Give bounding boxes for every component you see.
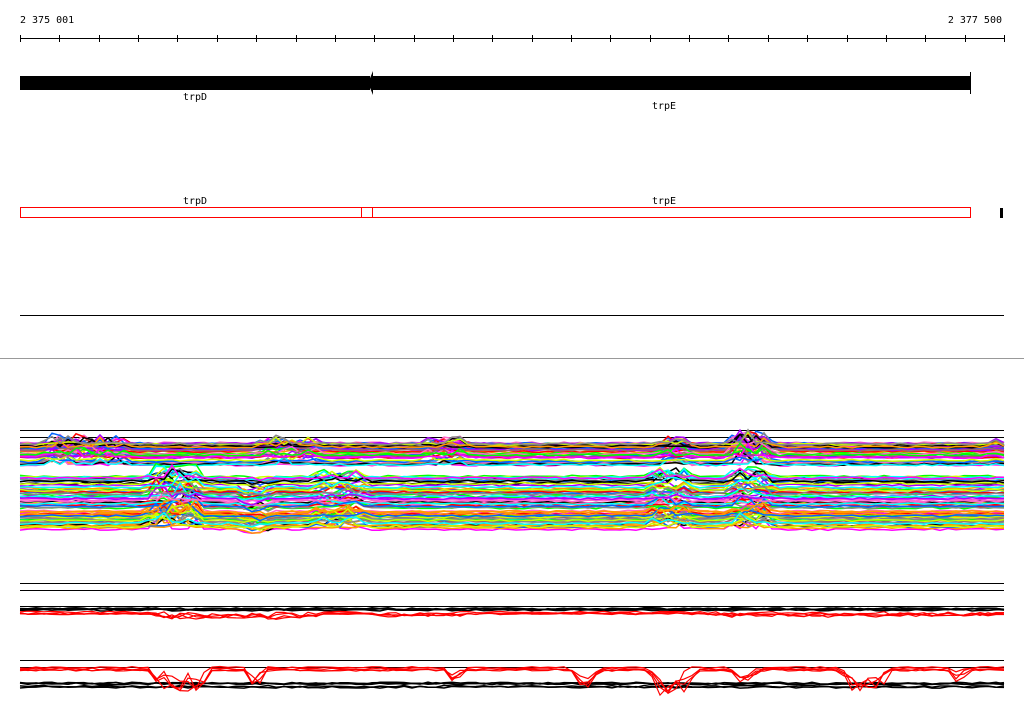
cds-label-trpD: trpD bbox=[183, 196, 207, 207]
cds-track: trpD trpE bbox=[20, 196, 1003, 218]
ruler-start-label: 2 375 001 bbox=[20, 15, 74, 26]
cds-overlap-box[interactable] bbox=[361, 207, 373, 218]
genome-browser-canvas[interactable]: 2 375 001 2 377 500 trpD trpE trpD trpE bbox=[0, 0, 1024, 714]
cds-trpD-box[interactable] bbox=[20, 207, 362, 218]
cds-marker bbox=[1000, 208, 1003, 218]
gene-trpD-bar[interactable] bbox=[20, 76, 370, 90]
profile-line bbox=[19, 668, 1005, 693]
cds-label-trpE: trpE bbox=[652, 196, 676, 207]
gene-trpE-bar[interactable] bbox=[372, 76, 970, 90]
gene-track: trpD trpE bbox=[20, 71, 971, 112]
cds-trpE-box[interactable] bbox=[372, 207, 971, 218]
gene-label-trpD: trpD bbox=[183, 92, 207, 103]
profile-line bbox=[19, 667, 1005, 694]
expression-profiles bbox=[19, 428, 1005, 697]
ruler-end-label: 2 377 500 bbox=[948, 15, 1002, 26]
gene-label-trpE: trpE bbox=[652, 101, 676, 112]
